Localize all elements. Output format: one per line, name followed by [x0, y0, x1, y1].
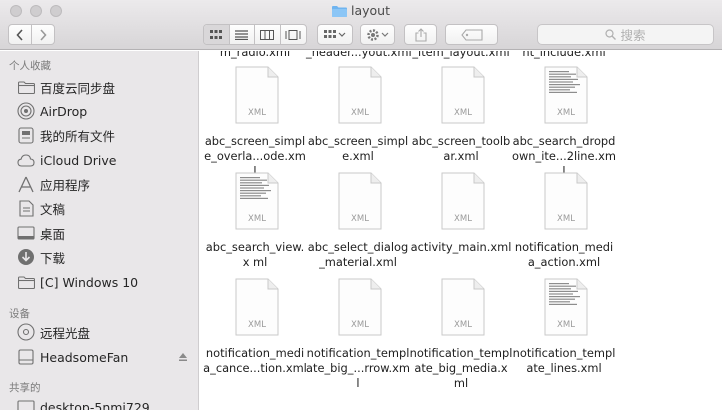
- sidebar-item-label: [C] Windows 10: [40, 274, 139, 290]
- xml-badge: XML: [454, 108, 472, 118]
- sidebar-item-applications[interactable]: 应用程序: [16, 173, 90, 195]
- xml-badge: XML: [454, 214, 472, 224]
- file-name: notification_medi a_cance...tion.xml: [203, 346, 307, 375]
- arrange-icon: [324, 29, 346, 38]
- drive-icon: [16, 347, 36, 367]
- sidebar-item-label: 远程光盘: [40, 325, 91, 341]
- folder-icon: [16, 77, 36, 97]
- xml-badge: XML: [351, 108, 369, 118]
- sidebar-item-documents[interactable]: 文稿: [16, 197, 65, 219]
- file-name[interactable]: _item_layout.xml: [409, 51, 513, 60]
- file-grid: m_radio.xml _header...yout.xml _item_lay…: [200, 51, 722, 410]
- sidebar-item-label: desktop-5nmi729: [40, 399, 150, 410]
- computer-icon: [16, 397, 36, 410]
- file-name: notification_templ ate_big_media.xml: [409, 346, 513, 390]
- tags-button[interactable]: [445, 24, 498, 45]
- column-view-button[interactable]: [255, 25, 281, 44]
- sidebar-item-label: AirDrop: [40, 103, 88, 119]
- all-files-icon: [16, 125, 36, 145]
- file-name: abc_select_dialog _material.xml: [307, 240, 409, 269]
- column-view-icon: [260, 29, 275, 40]
- sidebar-item-label: iCloud Drive: [40, 152, 117, 168]
- finder-window: layout 搜索 个人收藏 百度云同步盘 AirDrop 我的所有文件 iCl…: [0, 0, 722, 410]
- sidebar-item-downloads[interactable]: 下载: [16, 246, 65, 268]
- xml-badge: XML: [351, 320, 369, 330]
- toolbar: layout 搜索: [0, 0, 722, 50]
- file-name: abc_search_view.x ml: [205, 240, 305, 269]
- sidebar-item-label: HeadsomeFan: [40, 349, 129, 365]
- disc-icon: [16, 322, 36, 342]
- share-icon: [414, 27, 427, 42]
- cover-flow-view-button[interactable]: [281, 25, 306, 44]
- xml-badge: XML: [248, 108, 266, 118]
- gear-icon: [366, 28, 388, 41]
- file-name: notification_medi a_action.xml: [514, 240, 614, 269]
- file-name: notification_templ ate_big_...rrow.xml: [306, 346, 410, 390]
- sidebar-item-label: 桌面: [40, 226, 66, 242]
- desktop-icon: [16, 223, 36, 243]
- file-name[interactable]: _header...yout.xml: [306, 51, 412, 60]
- chevron-right-icon: [40, 28, 47, 41]
- sidebar-item-windows10[interactable]: [C] Windows 10: [16, 271, 138, 293]
- xml-badge: XML: [557, 214, 575, 224]
- xml-badge: XML: [454, 320, 472, 330]
- arrange-button[interactable]: [317, 24, 353, 45]
- sidebar-item-remote-disc[interactable]: 远程光盘: [16, 321, 90, 343]
- sidebar-item-baidu-sync[interactable]: 百度云同步盘: [16, 76, 115, 98]
- chevron-left-icon: [16, 28, 23, 41]
- downloads-icon: [16, 247, 36, 267]
- view-mode-control: [203, 24, 307, 45]
- icon-view-button[interactable]: [204, 25, 230, 44]
- action-button[interactable]: [360, 24, 395, 45]
- back-button[interactable]: [9, 25, 32, 44]
- xml-badge: XML: [248, 214, 266, 224]
- folder-icon: [331, 6, 347, 17]
- sidebar-item-airdrop[interactable]: AirDrop: [16, 100, 87, 122]
- nav-buttons: [8, 24, 55, 45]
- sidebar-item-desktop[interactable]: 桌面: [16, 222, 65, 244]
- eject-icon[interactable]: [178, 350, 188, 365]
- forward-button[interactable]: [32, 25, 54, 44]
- favorites-section-label: 个人收藏: [9, 60, 51, 72]
- cover-flow-icon: [285, 29, 301, 40]
- search-icon: [605, 29, 617, 40]
- sidebar-item-desktop-5nmi729[interactable]: desktop-5nmi729: [16, 396, 150, 410]
- sidebar-item-label: 我的所有文件: [40, 128, 116, 144]
- documents-icon: [16, 198, 36, 218]
- sidebar-item-all-files[interactable]: 我的所有文件: [16, 124, 115, 146]
- airdrop-icon: [16, 101, 36, 121]
- sidebar-item-label: 应用程序: [40, 177, 91, 193]
- sidebar-item-label: 文稿: [40, 201, 66, 217]
- list-view-icon: [235, 29, 249, 40]
- sidebar-item-label: 百度云同步盘: [40, 80, 116, 96]
- search-field[interactable]: 搜索: [537, 24, 714, 45]
- shared-section-label: 共享的: [9, 382, 41, 394]
- xml-badge: XML: [557, 320, 575, 330]
- share-button[interactable]: [404, 24, 437, 45]
- devices-section-label: 设备: [9, 308, 30, 320]
- file-name[interactable]: m_radio.xml: [203, 51, 307, 60]
- sidebar-item-headsomefan[interactable]: HeadsomeFan: [16, 346, 188, 368]
- folder-icon: [16, 272, 36, 292]
- sidebar: 个人收藏 百度云同步盘 AirDrop 我的所有文件 iCloud Drive …: [0, 51, 199, 410]
- sidebar-item-icloud-drive[interactable]: iCloud Drive: [16, 149, 116, 171]
- file-name: activity_main.xml: [410, 240, 512, 254]
- cloud-icon: [16, 150, 36, 170]
- search-placeholder: 搜索: [620, 28, 646, 43]
- list-view-button[interactable]: [230, 25, 255, 44]
- icon-view-icon: [210, 29, 223, 39]
- xml-badge: XML: [557, 108, 575, 118]
- file-name: abc_screen_toolb ar.xml: [411, 134, 511, 163]
- applications-icon: [16, 174, 36, 194]
- xml-badge: XML: [248, 320, 266, 330]
- file-name: abc_screen_simpl e.xml: [307, 134, 409, 163]
- file-name: notification_templ ate_lines.xml: [512, 346, 616, 375]
- xml-badge: XML: [351, 214, 369, 224]
- file-name[interactable]: nt_include.xml: [512, 51, 616, 60]
- sidebar-item-label: 下载: [40, 250, 66, 266]
- tag-icon: [460, 28, 483, 41]
- window-title-text: layout: [350, 3, 390, 18]
- window-title: layout: [0, 3, 722, 19]
